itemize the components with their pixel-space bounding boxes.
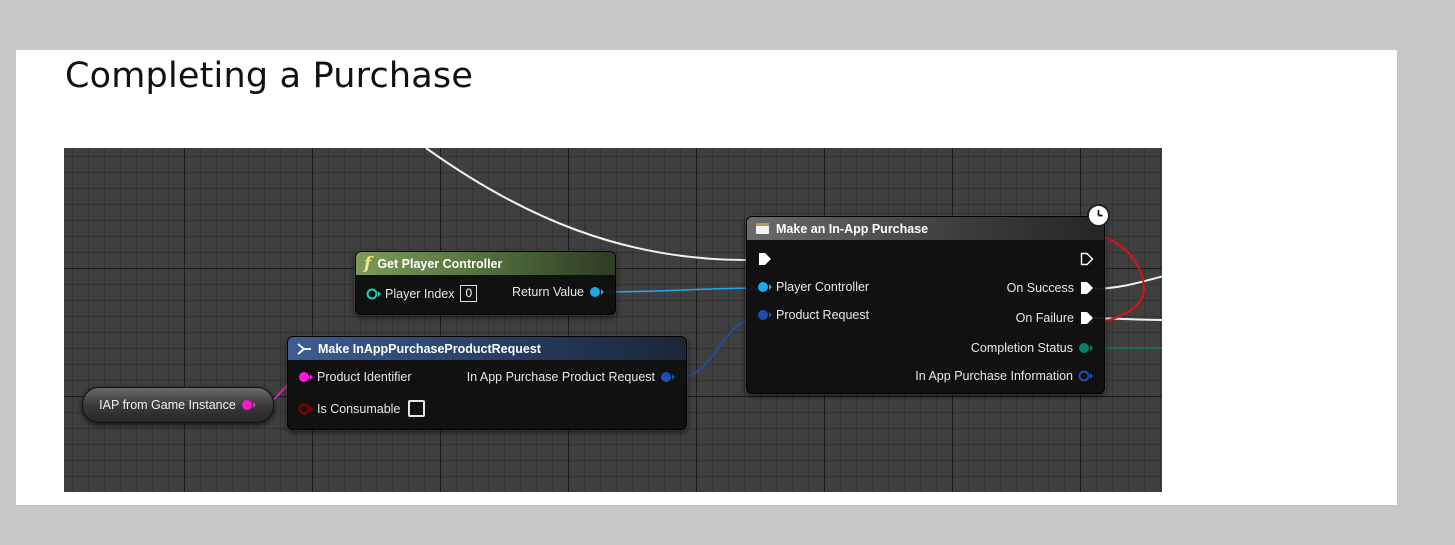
make-purchase-header: Make an In-App Purchase: [747, 217, 1104, 240]
purchase-information-row: In App Purchase Information: [915, 369, 1094, 383]
product-request-output-row: In App Purchase Product Request: [467, 370, 676, 384]
blueprint-graph[interactable]: f Get Player Controller Player Index 0 R…: [64, 148, 1162, 492]
player-controller-row: Player Controller: [757, 280, 869, 294]
product-identifier-row: Product Identifier: [298, 370, 412, 384]
product-identifier-label: Product Identifier: [317, 370, 412, 384]
product-request-pin[interactable]: [757, 309, 773, 321]
completion-status-pin[interactable]: [1078, 342, 1094, 354]
player-controller-pin[interactable]: [757, 281, 773, 293]
completion-status-label: Completion Status: [970, 341, 1073, 355]
on-failure-label: On Failure: [1015, 311, 1074, 325]
make-product-request-node[interactable]: Make InAppPurchaseProductRequest Product…: [287, 336, 687, 430]
make-product-request-title: Make InAppPurchaseProductRequest: [318, 341, 541, 356]
return-value-pin[interactable]: [589, 286, 605, 298]
get-player-controller-title: Get Player Controller: [377, 256, 503, 271]
iap-variable-node[interactable]: IAP from Game Instance: [82, 387, 274, 423]
on-success-row: On Success: [1007, 281, 1094, 295]
player-controller-label: Player Controller: [776, 280, 870, 294]
product-request-label: Product Request: [776, 308, 870, 322]
latent-clock-icon: [1087, 204, 1110, 227]
exec-pin-icon[interactable]: [758, 252, 772, 266]
make-purchase-title: Make an In-App Purchase: [776, 221, 929, 236]
is-consumable-row: Is Consumable: [298, 400, 426, 417]
latent-node-icon: [756, 223, 769, 234]
is-consumable-checkbox[interactable]: [408, 400, 426, 417]
player-index-input[interactable]: 0: [460, 285, 478, 302]
purchase-information-pin[interactable]: [1078, 370, 1094, 382]
completion-status-row: Completion Status: [971, 341, 1094, 355]
clock-hands: [1097, 210, 1103, 217]
player-index-pin[interactable]: [366, 288, 382, 300]
on-success-label: On Success: [1006, 281, 1074, 295]
content-card: Completing a Purchase f Get Player Contr…: [16, 50, 1397, 505]
object-wire: [604, 287, 765, 293]
on-success-pin[interactable]: [1080, 281, 1094, 295]
exec-out-pin[interactable]: [1080, 252, 1094, 266]
is-consumable-pin[interactable]: [298, 403, 314, 415]
make-product-request-header: Make InAppPurchaseProductRequest: [288, 337, 686, 360]
on-failure-pin[interactable]: [1080, 311, 1094, 325]
return-value-row: Return Value: [512, 285, 605, 299]
player-index-label: Player Index: [385, 286, 455, 301]
iap-variable-pin[interactable]: [241, 399, 257, 411]
make-purchase-node[interactable]: Make an In-App Purchase Player Controlle…: [746, 216, 1105, 394]
page-title: Completing a Purchase: [65, 56, 474, 96]
struct-make-icon: [297, 342, 311, 355]
product-request-row: Product Request: [757, 308, 869, 322]
product-identifier-pin[interactable]: [298, 371, 314, 383]
iap-variable-label: IAP from Game Instance: [99, 398, 236, 412]
player-index-row: Player Index 0: [366, 285, 478, 302]
product-request-output-label: In App Purchase Product Request: [466, 370, 655, 384]
is-consumable-label: Is Consumable: [317, 401, 401, 416]
exec-wire-in: [425, 148, 747, 261]
get-player-controller-node[interactable]: f Get Player Controller Player Index 0 R…: [355, 251, 616, 315]
on-failure-row: On Failure: [1016, 311, 1094, 325]
return-value-label: Return Value: [511, 285, 584, 299]
function-icon: f: [364, 253, 372, 274]
get-player-controller-header: f Get Player Controller: [356, 252, 615, 275]
purchase-information-label: In App Purchase Information: [915, 369, 1073, 383]
product-request-output-pin[interactable]: [660, 371, 676, 383]
